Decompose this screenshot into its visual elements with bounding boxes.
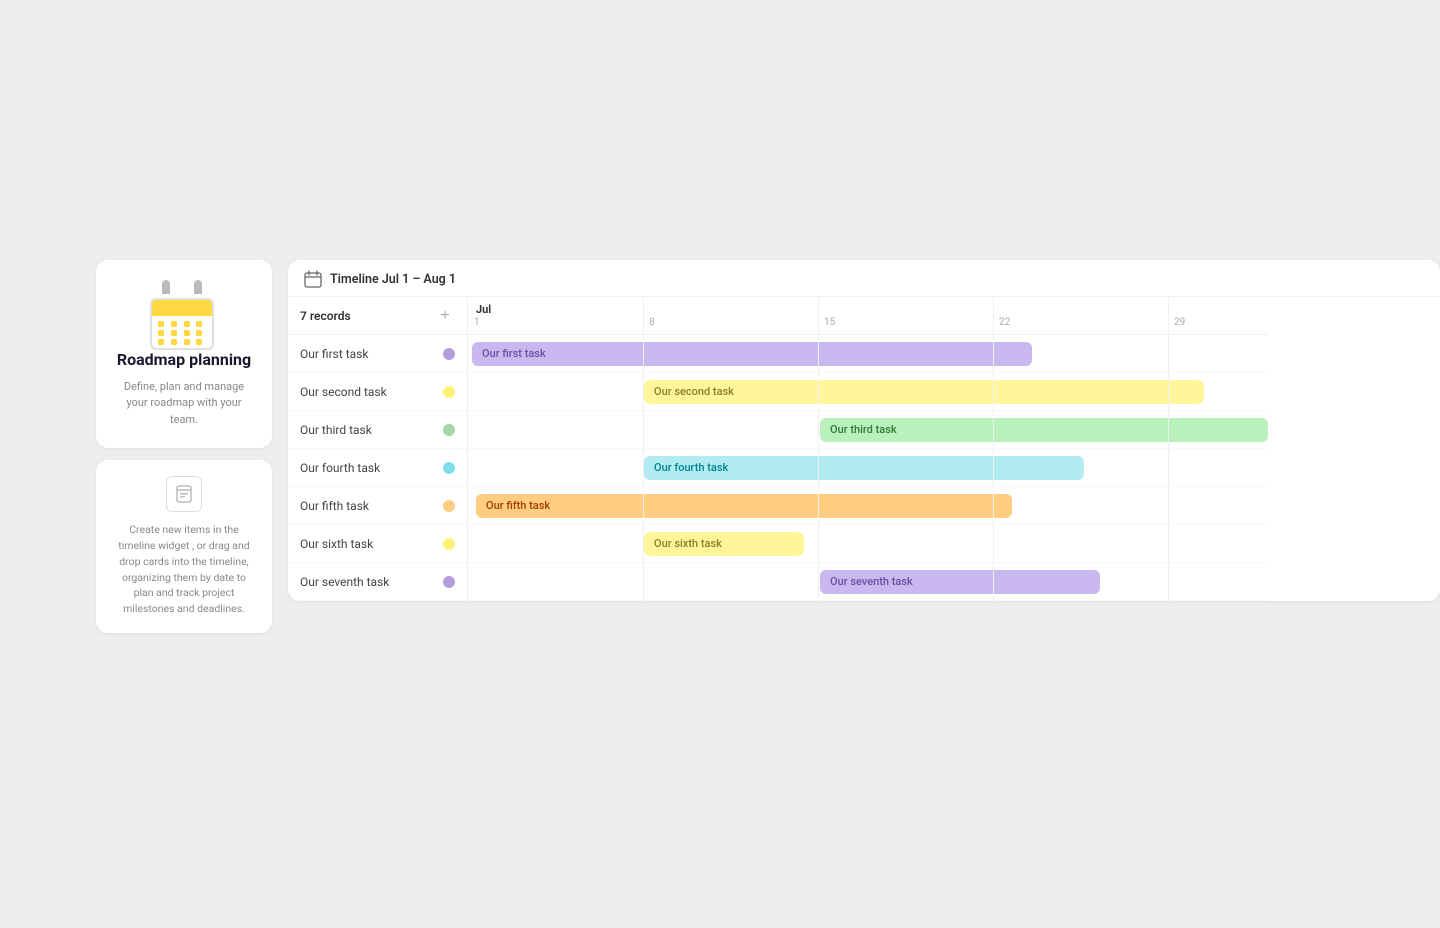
sidebar: Roadmap planning Define, plan and manage… xyxy=(96,260,272,633)
task-list-panel: 7 records + Our first task Our second tas… xyxy=(288,297,468,601)
timeline-header: Timeline Jul 1 – Aug 1 xyxy=(288,260,1440,297)
task-row-2[interactable]: Our second task xyxy=(288,373,467,411)
task-row-5[interactable]: Our fifth task xyxy=(288,487,467,525)
task-name-7: Our seventh task xyxy=(300,575,389,589)
gantt-area: Jul1 8 15 22 29 Our first task Our second tas… xyxy=(468,297,1440,601)
task-row-1[interactable]: Our first task xyxy=(288,335,467,373)
task-name-3: Our third task xyxy=(300,423,372,437)
month-label: Jul xyxy=(468,303,491,316)
task-row-4[interactable]: Our fourth task xyxy=(288,449,467,487)
hero-title: Roadmap planning xyxy=(117,350,251,371)
hero-card: Roadmap planning Define, plan and manage… xyxy=(96,260,272,448)
timeline-card: Timeline Jul 1 – Aug 1 7 records + Our f… xyxy=(288,260,1440,601)
task-dot-7 xyxy=(443,576,455,588)
gantt-row-3: Our third task xyxy=(468,411,1268,449)
page-container: Roadmap planning Define, plan and manage… xyxy=(0,60,1440,633)
task-row-6[interactable]: Our sixth task xyxy=(288,525,467,563)
task-rows-container: Our first task Our second task Our third t… xyxy=(288,335,467,601)
gantt-rows-container: Our first task Our second task Our third t… xyxy=(468,335,1268,601)
book-icon xyxy=(166,476,202,512)
task-list-header: 7 records + xyxy=(288,297,467,335)
gantt-grid: Jul1 8 15 22 29 Our first task Our second tas… xyxy=(468,297,1268,601)
gantt-row-2: Our second task xyxy=(468,373,1268,411)
gantt-row-5: Our fifth task xyxy=(468,487,1268,525)
gantt-row-1: Our first task xyxy=(468,335,1268,373)
records-label: 7 records xyxy=(300,309,351,323)
gantt-bar-7[interactable]: Our seventh task xyxy=(820,570,1100,594)
day-marker-15: 15 xyxy=(824,317,835,328)
gantt-bar-1[interactable]: Our first task xyxy=(472,342,1032,366)
timeline-title: Timeline Jul 1 – Aug 1 xyxy=(330,272,456,287)
task-name-1: Our first task xyxy=(300,347,368,361)
day-marker-1: 1 xyxy=(474,317,480,328)
task-dot-1 xyxy=(443,348,455,360)
task-name-5: Our fifth task xyxy=(300,499,369,513)
timeline-calendar-icon xyxy=(304,270,322,288)
info-card: Create new items in the timeline widget … xyxy=(96,460,272,633)
gantt-row-6: Our sixth task xyxy=(468,525,1268,563)
gantt-row-4: Our fourth task xyxy=(468,449,1268,487)
gantt-bar-5[interactable]: Our fifth task xyxy=(476,494,1012,518)
add-task-button[interactable]: + xyxy=(435,306,455,326)
gantt-bar-6[interactable]: Our sixth task xyxy=(644,532,804,556)
gantt-bar-3[interactable]: Our third task xyxy=(820,418,1268,442)
day-marker-22: 22 xyxy=(999,317,1010,328)
day-marker-29: 29 xyxy=(1174,317,1185,328)
task-dot-5 xyxy=(443,500,455,512)
day-marker-8: 8 xyxy=(649,317,655,328)
task-dot-3 xyxy=(443,424,455,436)
task-dot-4 xyxy=(443,462,455,474)
cal-header-row: Jul1 8 15 22 29 xyxy=(468,297,1268,335)
task-name-4: Our fourth task xyxy=(300,461,380,475)
task-dot-2 xyxy=(443,386,455,398)
gantt-bar-2[interactable]: Our second task xyxy=(644,380,1204,404)
task-name-6: Our sixth task xyxy=(300,537,373,551)
hero-description: Define, plan and manage your roadmap wit… xyxy=(112,379,256,429)
gantt-row-7: Our seventh task xyxy=(468,563,1268,601)
task-row-7[interactable]: Our seventh task xyxy=(288,563,467,601)
info-text: Create new items in the timeline widget … xyxy=(112,522,256,617)
task-row-3[interactable]: Our third task xyxy=(288,411,467,449)
task-dot-6 xyxy=(443,538,455,550)
task-name-2: Our second task xyxy=(300,385,387,399)
timeline-body: 7 records + Our first task Our second tas… xyxy=(288,297,1440,601)
gantt-bar-4[interactable]: Our fourth task xyxy=(644,456,1084,480)
calendar-illustration xyxy=(144,280,224,350)
